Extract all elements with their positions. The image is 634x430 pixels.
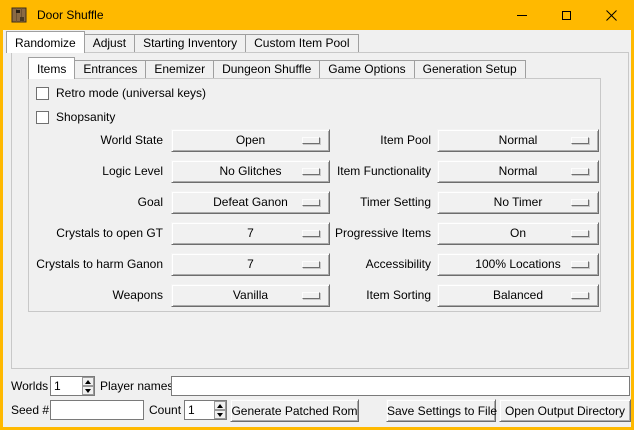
crystals-open-gt-label: Crystals to open GT <box>31 222 163 245</box>
tab-enemizer[interactable]: Enemizer <box>145 60 214 78</box>
item-pool-dropdown[interactable]: Normal <box>437 129 599 152</box>
generate-patched-rom-button[interactable]: Generate Patched Rom <box>230 399 359 422</box>
item-pool-label: Item Pool <box>303 129 431 152</box>
open-output-directory-button[interactable]: Open Output Directory <box>499 399 631 422</box>
dropdown-indicator-icon <box>571 199 589 206</box>
arrow-down-icon <box>85 389 91 393</box>
tab-adjust[interactable]: Adjust <box>84 34 135 52</box>
seed-label: Seed # <box>11 400 49 420</box>
close-button[interactable] <box>589 0 634 30</box>
shopsanity-row: Shopsanity <box>36 110 115 124</box>
world-state-label: World State <box>31 129 163 152</box>
door-shuffle-window: Door Shuffle Randomize Adjust Starting I… <box>0 0 634 430</box>
count-label: Count <box>149 400 181 420</box>
tab-entrances[interactable]: Entrances <box>74 60 146 78</box>
maximize-icon <box>562 11 571 20</box>
worlds-spin-up-button[interactable] <box>82 377 94 386</box>
tab-dungeon-shuffle[interactable]: Dungeon Shuffle <box>213 60 320 78</box>
window-title: Door Shuffle <box>37 8 104 22</box>
tab-items[interactable]: Items <box>28 57 75 79</box>
item-sorting-dropdown[interactable]: Balanced <box>437 284 599 307</box>
seed-input[interactable] <box>50 400 144 420</box>
tab-starting-inventory[interactable]: Starting Inventory <box>134 34 246 52</box>
item-sorting-label: Item Sorting <box>303 284 431 307</box>
progressive-items-label: Progressive Items <box>303 222 431 245</box>
main-tab-bar: Randomize Adjust Starting Inventory Cust… <box>6 31 358 53</box>
app-door-icon <box>11 7 27 23</box>
timer-setting-label: Timer Setting <box>303 191 431 214</box>
crystals-harm-ganon-label: Crystals to harm Ganon <box>31 253 163 276</box>
dropdown-indicator-icon <box>571 292 589 299</box>
count-spinbox <box>184 400 227 420</box>
retro-mode-checkbox[interactable] <box>36 87 49 100</box>
count-input[interactable] <box>185 401 213 419</box>
tab-custom-item-pool[interactable]: Custom Item Pool <box>245 34 358 52</box>
progressive-items-dropdown[interactable]: On <box>437 222 599 245</box>
shopsanity-checkbox[interactable] <box>36 111 49 124</box>
tab-randomize[interactable]: Randomize <box>6 31 85 53</box>
accessibility-label: Accessibility <box>303 253 431 276</box>
item-functionality-dropdown[interactable]: Normal <box>437 160 599 183</box>
timer-setting-dropdown[interactable]: No Timer <box>437 191 599 214</box>
maximize-button[interactable] <box>544 0 589 30</box>
retro-mode-label: Retro mode (universal keys) <box>56 86 206 100</box>
title-bar: Door Shuffle <box>0 0 634 30</box>
tab-game-options[interactable]: Game Options <box>319 60 414 78</box>
count-spin-down-button[interactable] <box>214 410 226 419</box>
tab-generation-setup[interactable]: Generation Setup <box>414 60 526 78</box>
arrow-up-icon <box>85 380 91 384</box>
minimize-button[interactable] <box>499 0 544 30</box>
sub-tab-bar: Items Entrances Enemizer Dungeon Shuffle… <box>28 57 525 79</box>
shopsanity-label: Shopsanity <box>56 110 115 124</box>
minimize-icon <box>517 15 527 16</box>
close-icon <box>606 10 617 21</box>
dropdown-indicator-icon <box>571 168 589 175</box>
caption-buttons <box>499 0 634 30</box>
worlds-input[interactable] <box>51 377 81 395</box>
logic-level-label: Logic Level <box>31 160 163 183</box>
weapons-label: Weapons <box>31 284 163 307</box>
worlds-spinbox <box>50 376 95 396</box>
player-names-label: Player names <box>100 376 173 396</box>
accessibility-dropdown[interactable]: 100% Locations <box>437 253 599 276</box>
arrow-up-icon <box>217 404 223 408</box>
player-names-input[interactable] <box>171 376 630 396</box>
count-spin-up-button[interactable] <box>214 401 226 410</box>
dropdown-indicator-icon <box>571 137 589 144</box>
save-settings-button[interactable]: Save Settings to File <box>386 399 496 422</box>
worlds-spin-down-button[interactable] <box>82 386 94 395</box>
item-functionality-label: Item Functionality <box>303 160 431 183</box>
dropdown-indicator-icon <box>571 230 589 237</box>
dropdown-indicator-icon <box>571 261 589 268</box>
retro-mode-row: Retro mode (universal keys) <box>36 86 206 100</box>
goal-label: Goal <box>31 191 163 214</box>
worlds-label: Worlds <box>11 376 48 396</box>
arrow-down-icon <box>217 413 223 417</box>
